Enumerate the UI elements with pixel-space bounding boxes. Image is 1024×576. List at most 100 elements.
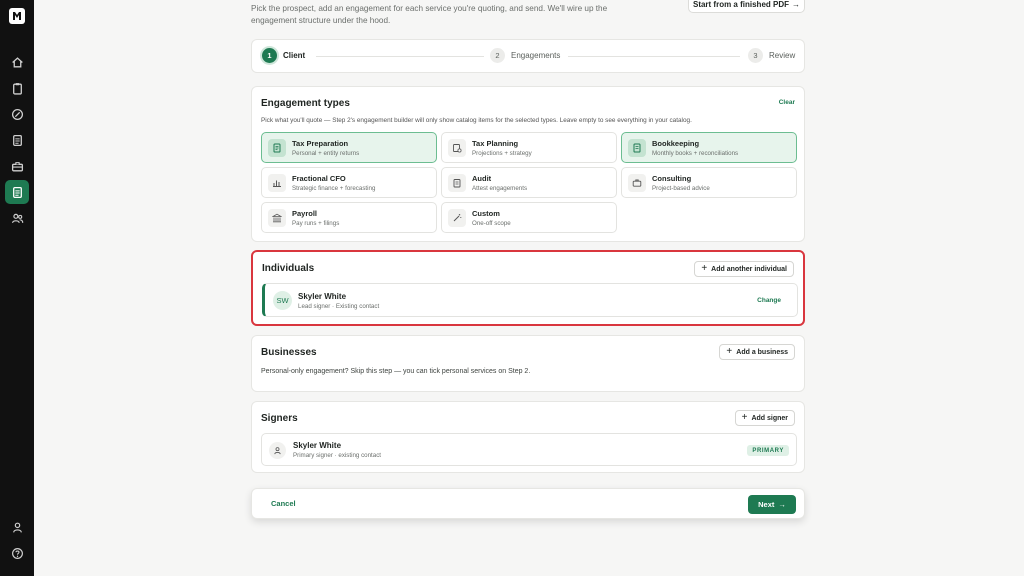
arrow-right-icon: →: [778, 500, 786, 509]
tile-consulting[interactable]: Consulting Project-based advice: [621, 167, 797, 198]
checklist-icon: [448, 174, 466, 192]
step-number: 2: [490, 48, 505, 63]
tile-tax-preparation[interactable]: Tax Preparation Personal + entity return…: [261, 132, 437, 163]
contact-subtitle: Lead signer · Existing contact: [298, 303, 380, 310]
next-label: Next: [758, 500, 775, 509]
plus-icon: +: [741, 412, 748, 423]
planning-icon: [448, 139, 466, 157]
nav-help[interactable]: [5, 541, 29, 565]
tile-subtitle: One-off scope: [472, 220, 511, 227]
tile-title: Fractional CFO: [292, 174, 346, 183]
tile-subtitle: Pay runs + filings: [292, 220, 340, 227]
tile-subtitle: Attest engagements: [472, 185, 528, 192]
tile-title: Tax Preparation: [292, 139, 349, 148]
main-content: Pick the prospect, add an engagement for…: [34, 0, 1024, 576]
stepper: 1 Client 2 Engagements 3 Review: [251, 39, 805, 73]
tile-title: Consulting: [652, 174, 692, 183]
signers-title: Signers: [261, 413, 298, 424]
primary-badge: PRIMARY: [747, 445, 789, 456]
tile-fractional-cfo[interactable]: Fractional CFO Strategic finance + forec…: [261, 167, 437, 198]
signer-name: Skyler White: [293, 441, 342, 450]
start-from-pdf-button[interactable]: Start from a finished PDF →: [688, 0, 805, 13]
step-label: Engagements: [511, 51, 561, 60]
signer-row: Skyler White Primary signer · existing c…: [261, 433, 797, 466]
signers-card: Signers + Add signer Skyler White Primar…: [251, 401, 805, 473]
people-icon: [11, 213, 23, 223]
change-link[interactable]: Change: [757, 297, 781, 304]
tile-tax-planning[interactable]: Tax Planning Projections + strategy: [441, 132, 617, 163]
tile-title: Custom: [472, 209, 500, 218]
clear-link[interactable]: Clear: [779, 99, 795, 106]
tile-subtitle: Project-based advice: [652, 185, 710, 192]
plus-icon: +: [701, 263, 708, 274]
step-label: Review: [769, 51, 796, 60]
document-icon: [12, 134, 22, 146]
arrow-right-icon: →: [792, 0, 800, 9]
add-signer-label: Add signer: [751, 414, 788, 422]
businesses-title: Businesses: [261, 347, 317, 358]
tile-subtitle: Strategic finance + forecasting: [292, 185, 376, 192]
step-review[interactable]: 3 Review: [748, 48, 795, 63]
contact-name: Skyler White: [298, 292, 347, 301]
footer-bar: Cancel Next →: [251, 488, 805, 519]
clipboard-icon: [12, 82, 22, 95]
nav-account[interactable]: [5, 515, 29, 539]
proposals-icon: [12, 186, 22, 198]
gauge-icon: [11, 108, 23, 120]
tile-subtitle: Monthly books + reconciliations: [652, 150, 739, 157]
tile-subtitle: Projections + strategy: [472, 150, 532, 157]
nav-proposals[interactable]: [5, 180, 29, 204]
step-number: 1: [262, 48, 277, 63]
tile-title: Bookkeeping: [652, 139, 700, 148]
tile-audit[interactable]: Audit Attest engagements: [441, 167, 617, 198]
tile-title: Tax Planning: [472, 139, 519, 148]
next-button[interactable]: Next →: [748, 495, 796, 514]
step-label: Client: [283, 51, 306, 60]
tile-custom[interactable]: Custom One-off scope: [441, 202, 617, 233]
page-intro: Pick the prospect, add an engagement for…: [251, 4, 608, 25]
nav-gauge[interactable]: [5, 102, 29, 126]
tile-title: Audit: [472, 174, 492, 183]
individuals-card: Individuals + Add another individual SW …: [251, 250, 805, 326]
add-individual-label: Add another individual: [711, 265, 787, 273]
tile-bookkeeping[interactable]: Bookkeeping Monthly books + reconciliati…: [621, 132, 797, 163]
app-sidebar: [0, 0, 34, 576]
cancel-button[interactable]: Cancel: [271, 499, 296, 508]
nav-people[interactable]: [5, 206, 29, 230]
tile-subtitle: Personal + entity returns: [292, 150, 360, 157]
add-individual-button[interactable]: + Add another individual: [694, 261, 794, 277]
nav-clipboard[interactable]: [5, 76, 29, 100]
add-business-button[interactable]: + Add a business: [719, 344, 795, 360]
step-client[interactable]: 1 Client: [262, 48, 305, 63]
ledger-icon: [628, 139, 646, 157]
person-icon: [269, 442, 286, 459]
engagement-types-card: Engagement types Clear Pick what you'll …: [251, 86, 805, 242]
engagement-types-description: Pick what you'll quote — Step 2's engage…: [261, 117, 692, 124]
bank-icon: [268, 209, 286, 227]
start-from-pdf-label: Start from a finished PDF: [692, 0, 789, 9]
add-business-label: Add a business: [736, 348, 788, 356]
tile-title: Payroll: [292, 209, 318, 218]
tax-form-icon: [268, 139, 286, 157]
help-icon: [11, 547, 23, 559]
step-number: 3: [748, 48, 763, 63]
bar-chart-icon: [268, 174, 286, 192]
step-engagements[interactable]: 2 Engagements: [490, 48, 560, 63]
plus-icon: +: [726, 346, 733, 357]
wand-icon: [448, 209, 466, 227]
signer-subtitle: Primary signer · existing contact: [293, 452, 382, 459]
home-icon: [11, 56, 23, 67]
engagement-types-title: Engagement types: [261, 98, 350, 109]
step-divider: [316, 56, 484, 57]
businesses-card: Businesses + Add a business Personal-onl…: [251, 335, 805, 392]
tile-payroll[interactable]: Payroll Pay runs + filings: [261, 202, 437, 233]
logo-icon[interactable]: [9, 8, 25, 24]
nav-documents[interactable]: [5, 128, 29, 152]
briefcase-icon: [11, 161, 23, 171]
individuals-title: Individuals: [262, 263, 315, 274]
add-signer-button[interactable]: + Add signer: [734, 410, 795, 426]
nav-briefcase[interactable]: [5, 154, 29, 178]
user-icon: [12, 522, 22, 533]
briefcase-icon: [628, 174, 646, 192]
nav-home[interactable]: [5, 50, 29, 74]
